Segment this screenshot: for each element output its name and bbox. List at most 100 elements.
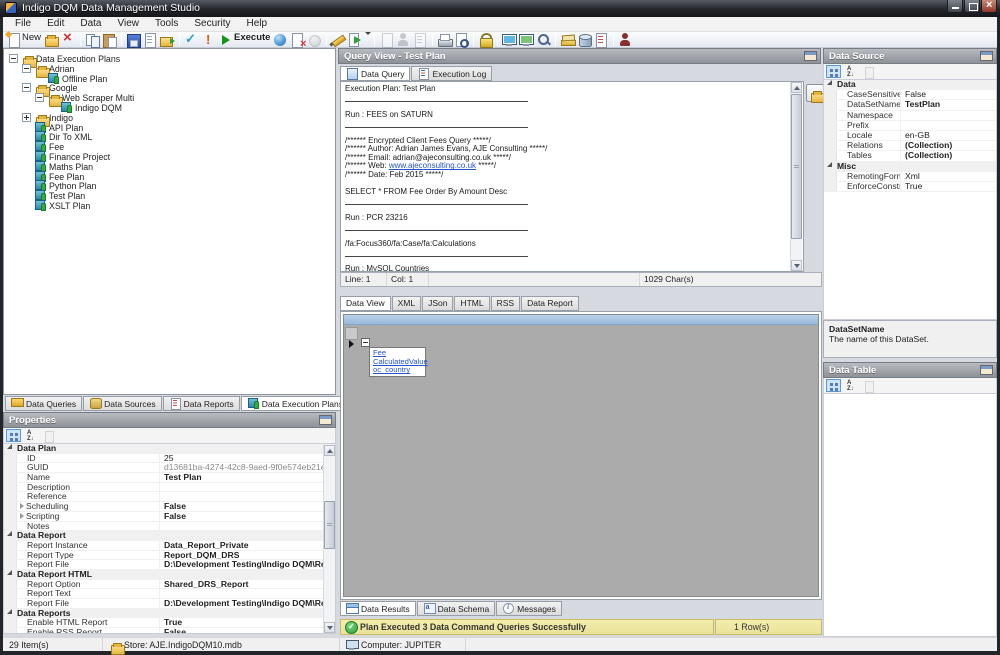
- tree-item-indigo[interactable]: Indigo: [4, 112, 335, 122]
- tree-item-adrian[interactable]: Adrian: [4, 63, 335, 73]
- category-collapse-icon[interactable]: [7, 609, 12, 614]
- expand-toggle-icon[interactable]: [22, 64, 31, 73]
- property-row-enable-html-report[interactable]: Enable HTML ReportTrue: [4, 618, 335, 628]
- popout-icon[interactable]: [980, 51, 993, 61]
- property-row-report-option[interactable]: Report OptionShared_DRS_Report: [4, 580, 335, 590]
- property-row-enforceconstraints[interactable]: EnforceConstraintsTrue: [824, 182, 996, 192]
- menu-file[interactable]: File: [7, 17, 39, 30]
- categorize-button[interactable]: [826, 65, 841, 78]
- expand-toggle-icon[interactable]: [9, 54, 18, 63]
- tree-item-maths-plan[interactable]: Maths Plan: [4, 161, 335, 171]
- property-row-report-type[interactable]: Report TypeReport_DQM_DRS: [4, 551, 335, 561]
- toolbar-copy-button[interactable]: [84, 32, 101, 48]
- property-row-locale[interactable]: Localeen-GB: [824, 131, 996, 141]
- property-row-scheduling[interactable]: SchedulingFalse: [4, 502, 335, 512]
- toolbar-save-report-button[interactable]: [142, 32, 159, 48]
- expand-toggle-icon[interactable]: [35, 93, 44, 102]
- property-value[interactable]: (Collection): [900, 151, 996, 160]
- toolbar-delete-button[interactable]: [60, 32, 77, 48]
- property-value[interactable]: Test Plan: [159, 473, 335, 482]
- toolbar-open-folder-button[interactable]: [43, 32, 60, 48]
- tab-data-view[interactable]: Data View: [340, 296, 391, 311]
- tab-data-reports[interactable]: Data Reports: [163, 396, 240, 411]
- tab-rss[interactable]: RSS: [491, 296, 520, 311]
- toolbar-cancel-report-button[interactable]: [289, 32, 306, 48]
- property-value[interactable]: [900, 121, 996, 130]
- expand-toggle-icon[interactable]: [22, 113, 31, 122]
- query-editor[interactable]: Execution Plan: Test Plan Run : FEES on …: [340, 81, 804, 272]
- property-value[interactable]: Report_DQM_DRS: [159, 551, 335, 560]
- tab-data-results[interactable]: Data Results: [340, 601, 416, 616]
- menu-tools[interactable]: Tools: [147, 17, 186, 30]
- scroll-up-icon[interactable]: [324, 445, 335, 456]
- property-row-description[interactable]: Description: [4, 483, 335, 493]
- table-link-oc-country[interactable]: oc_country: [373, 365, 410, 374]
- toolbar-lock-button[interactable]: [477, 32, 494, 48]
- property-row-id[interactable]: ID25: [4, 454, 335, 464]
- property-row-name[interactable]: NameTest Plan: [4, 473, 335, 483]
- property-pages-button[interactable]: [40, 429, 55, 442]
- tab-json[interactable]: JSon: [422, 296, 453, 311]
- toolbar-paste-button[interactable]: [101, 32, 118, 48]
- toolbar-save-button[interactable]: [125, 32, 142, 48]
- property-value[interactable]: True: [159, 618, 335, 627]
- close-button[interactable]: [981, 0, 997, 13]
- property-row-datasetname[interactable]: DataSetNameTestPlan: [824, 100, 996, 110]
- property-value[interactable]: 25: [159, 454, 335, 463]
- toolbar-database-button[interactable]: [576, 32, 593, 48]
- toolbar-user-admin-button[interactable]: [617, 32, 634, 48]
- row-collapse-toggle[interactable]: [361, 338, 370, 347]
- toolbar-alert-button[interactable]: [200, 32, 217, 48]
- property-value[interactable]: D:\Development Testing\Indigo DQM\Report…: [159, 560, 335, 569]
- property-row-relations[interactable]: Relations(Collection): [824, 141, 996, 151]
- scrollbar-thumb[interactable]: [324, 501, 335, 549]
- categorize-button[interactable]: [6, 429, 21, 442]
- property-value[interactable]: D:\Development Testing\Indigo DQM\Report…: [159, 599, 335, 608]
- tree-item-fee-plan[interactable]: Fee Plan: [4, 171, 335, 181]
- property-value[interactable]: [900, 111, 996, 120]
- property-value[interactable]: False: [159, 512, 335, 521]
- tree-item-python-plan[interactable]: Python Plan: [4, 180, 335, 190]
- toolbar-signature-pen-button[interactable]: [330, 32, 347, 48]
- tab-data-query[interactable]: Data Query: [340, 66, 410, 81]
- tab-html[interactable]: HTML: [454, 296, 489, 311]
- property-value[interactable]: True: [900, 182, 996, 191]
- property-value[interactable]: Shared_DRS_Report: [159, 580, 335, 589]
- toolbar-report-page-button[interactable]: [593, 32, 610, 48]
- property-value[interactable]: en-GB: [900, 131, 996, 140]
- property-value[interactable]: [159, 483, 335, 492]
- menu-view[interactable]: View: [109, 17, 147, 30]
- tab-data-queries[interactable]: Data Queries: [5, 396, 82, 411]
- popout-icon[interactable]: [319, 415, 332, 425]
- menu-security[interactable]: Security: [186, 17, 238, 30]
- toolbar-printer-button[interactable]: [436, 32, 453, 48]
- categorize-button[interactable]: [826, 379, 841, 392]
- tree-item-xslt-plan[interactable]: XSLT Plan: [4, 200, 335, 210]
- property-value[interactable]: TestPlan: [900, 100, 996, 109]
- sort-alphabetical-button[interactable]: [843, 379, 858, 392]
- category-collapse-icon[interactable]: [827, 162, 832, 167]
- tab-data-sources[interactable]: Data Sources: [83, 396, 162, 411]
- scroll-down-icon[interactable]: [791, 260, 802, 271]
- property-row-remotingformat[interactable]: RemotingFormatXml: [824, 172, 996, 182]
- property-value[interactable]: [159, 522, 335, 531]
- property-pages-button[interactable]: [860, 379, 875, 392]
- query-scrollbar[interactable]: [790, 82, 802, 271]
- menu-data[interactable]: Data: [72, 17, 109, 30]
- toolbar-export-arrow-button[interactable]: [347, 32, 371, 48]
- popout-icon[interactable]: [804, 51, 817, 61]
- expand-arrow-icon[interactable]: [20, 513, 24, 519]
- properties-scrollbar[interactable]: [323, 445, 335, 633]
- property-row-report-text[interactable]: Report Text: [4, 589, 335, 599]
- sort-alphabetical-button[interactable]: [23, 429, 38, 442]
- tree-item-data-execution-plans[interactable]: Data Execution Plans: [4, 53, 335, 63]
- property-row-enable-rss-report[interactable]: Enable RSS ReportFalse: [4, 628, 335, 634]
- property-row-tables[interactable]: Tables(Collection): [824, 151, 996, 161]
- scroll-up-icon[interactable]: [791, 82, 802, 93]
- sort-alphabetical-button[interactable]: [843, 65, 858, 78]
- property-value[interactable]: Data_Report_Private: [159, 541, 335, 550]
- toolbar-refresh-button[interactable]: [272, 32, 289, 48]
- property-row-guid[interactable]: GUIDd13681ba-4274-42c8-9aed-9f0e574eb21e: [4, 463, 335, 473]
- property-row-casesensitive[interactable]: CaseSensitiveFalse: [824, 90, 996, 100]
- property-value[interactable]: Xml: [900, 172, 996, 181]
